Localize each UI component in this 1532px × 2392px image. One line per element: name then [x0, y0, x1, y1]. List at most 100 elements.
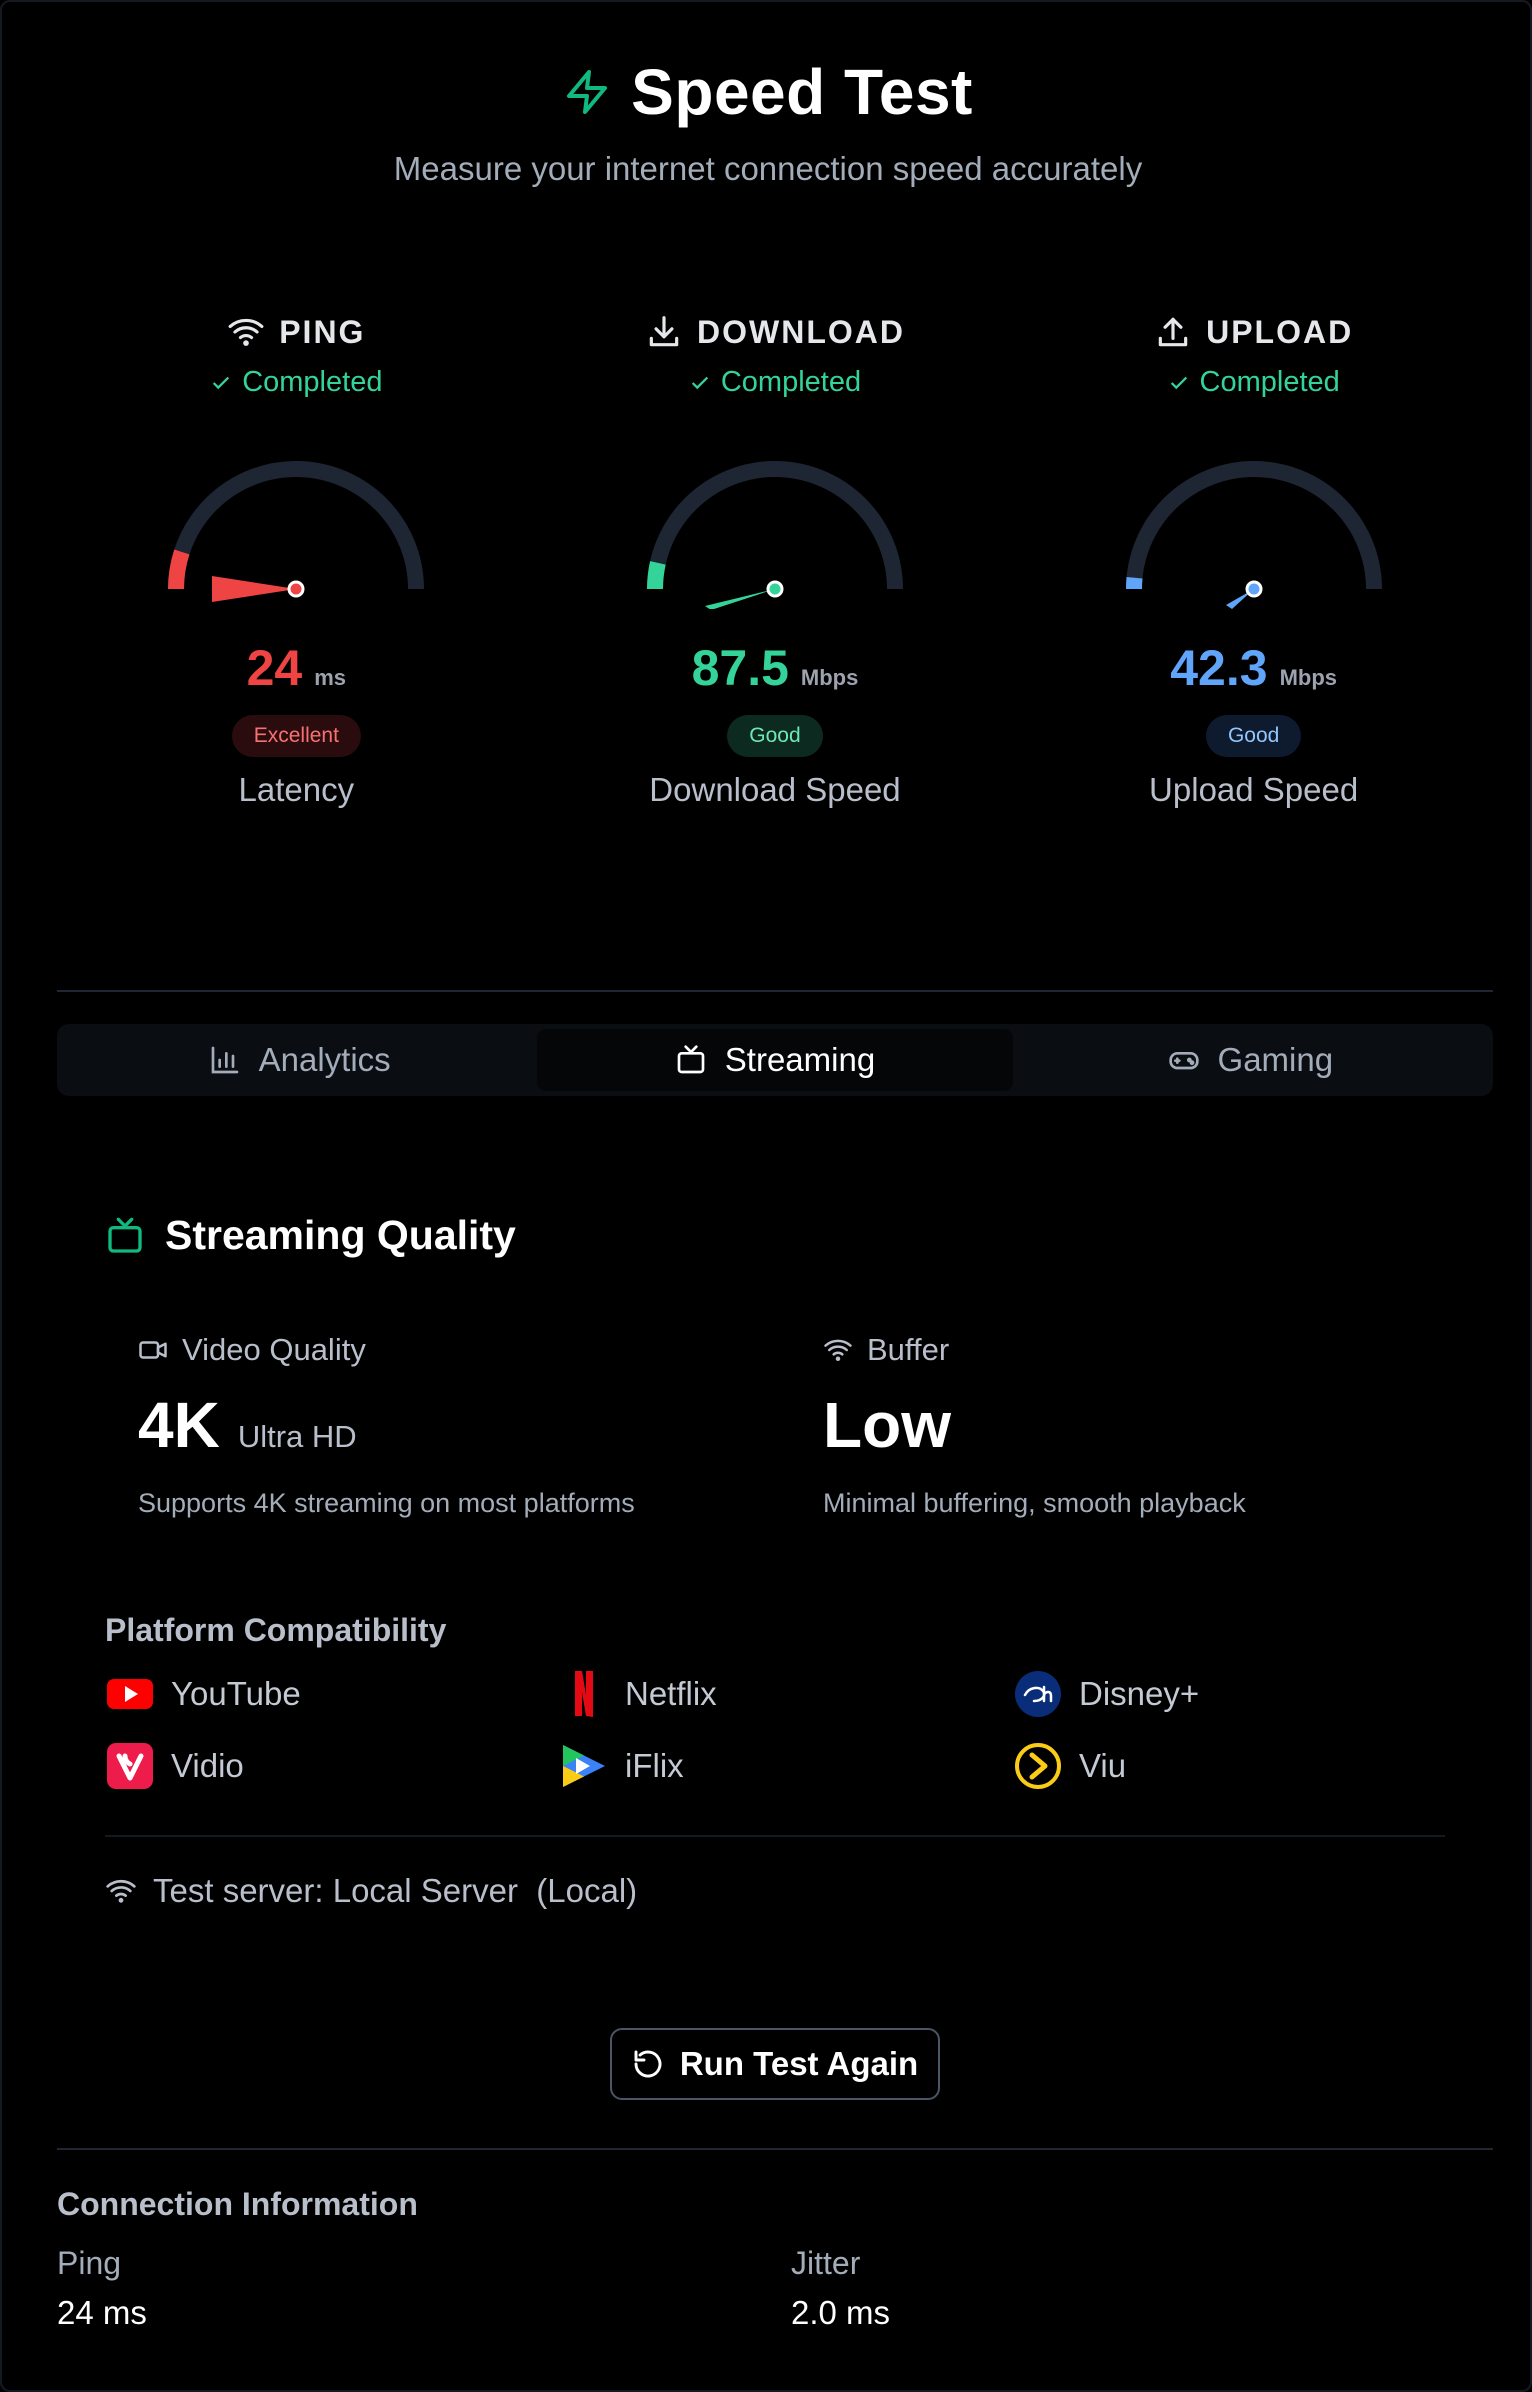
download-icon — [649, 316, 679, 347]
buffer-header: Buffer — [823, 1332, 1463, 1368]
video-quality-main: 4K Ultra HD — [138, 1388, 778, 1462]
ping-label: PING — [279, 313, 366, 350]
wifi-icon — [228, 318, 264, 346]
platform-youtube: YouTube — [105, 1670, 559, 1718]
download-gauge-track — [646, 461, 903, 590]
page-subtitle: Measure your internet connection speed a… — [393, 150, 1143, 187]
page-title: Speed Test — [631, 56, 973, 128]
platform-viu-label: Viu — [1079, 1747, 1127, 1784]
speed-meters: PING Completed 24 ms Excellent Latency D… — [57, 302, 1493, 809]
ping-gauge — [168, 461, 425, 602]
wifi-icon — [824, 1339, 852, 1362]
tab-analytics-label: Analytics — [258, 1041, 391, 1078]
video-quality-sub: Ultra HD — [237, 1419, 357, 1454]
test-server-text: Test server: Local Server (Local) — [153, 1872, 638, 1909]
tab-gaming[interactable]: Gaming — [1013, 1029, 1488, 1091]
viu-icon — [1015, 1743, 1061, 1789]
video-quality-desc: Supports 4K streaming on most platforms — [138, 1488, 635, 1518]
buffer-label: Buffer — [867, 1332, 950, 1367]
ping-value-row: 24 ms — [247, 639, 346, 697]
platform-list: YouTube Netflix Disney+ Vidio iFlix Viu — [105, 1670, 1455, 1790]
download-unit: Mbps — [800, 665, 859, 690]
run-test-again-button[interactable]: Run Test Again — [610, 2028, 940, 2100]
video-camera-icon — [139, 1341, 167, 1359]
gamepad-icon — [1168, 1052, 1199, 1070]
check-icon — [691, 376, 709, 389]
ping-meter: PING Completed 24 ms Excellent Latency — [57, 302, 536, 809]
check-icon — [1170, 376, 1187, 389]
streaming-title-text: Streaming Quality — [165, 1212, 516, 1258]
ping-status-text: Completed — [242, 366, 383, 398]
platform-vidio-label: Vidio — [171, 1747, 244, 1784]
connection-ping: Ping 24 ms — [57, 2245, 791, 2332]
platform-youtube-label: YouTube — [171, 1675, 301, 1712]
download-status: Completed — [689, 366, 861, 399]
buffer-main: Low — [823, 1388, 1463, 1462]
ping-caption: Latency — [238, 771, 355, 808]
platform-netflix: Netflix — [559, 1670, 1013, 1718]
ping-rating-badge: Excellent — [231, 715, 361, 757]
connection-title: Connection Information — [57, 2186, 418, 2222]
test-server-info: Test server: Local Server (Local) — [105, 1872, 637, 1910]
upload-gauge-track — [1125, 461, 1382, 590]
check-icon — [213, 376, 230, 389]
upload-meter: UPLOAD Completed 42.3 Mbps Good Upload S… — [1014, 302, 1493, 809]
platform-netflix-label: Netflix — [625, 1675, 717, 1712]
buffer-desc: Minimal buffering, smooth playback — [823, 1488, 1246, 1518]
app-frame: Speed Test Measure your internet connect… — [0, 0, 1532, 2392]
video-quality-header: Video Quality — [138, 1332, 778, 1368]
platform-disney: Disney+ — [1013, 1670, 1455, 1718]
platform-iflix-label: iFlix — [625, 1747, 684, 1784]
connection-information: Connection Information Ping 24 ms Jitter… — [57, 2186, 1493, 2332]
download-status-text: Completed — [720, 366, 862, 398]
iflix-icon — [563, 1745, 605, 1787]
connection-ping-label: Ping — [57, 2245, 122, 2281]
download-gauge-fill — [646, 561, 666, 590]
connection-grid: Ping 24 ms Jitter 2.0 ms — [57, 2245, 1493, 2332]
platform-disney-label: Disney+ — [1079, 1675, 1200, 1712]
connection-ping-value: 24 ms — [57, 2294, 147, 2331]
download-value-row: 87.5 Mbps — [692, 639, 859, 697]
tab-streaming[interactable]: Streaming — [537, 1029, 1013, 1091]
upload-status-text: Completed — [1199, 366, 1340, 398]
video-quality-card: Video Quality 4K Ultra HD Supports 4K st… — [138, 1332, 778, 1519]
ping-gauge-fill — [168, 549, 190, 590]
connection-jitter: Jitter 2.0 ms — [791, 2245, 1493, 2332]
buffer-value: Low — [823, 1389, 951, 1461]
wifi-icon — [106, 1879, 136, 1903]
tv-icon — [677, 1045, 705, 1074]
run-test-again-label: Run Test Again — [679, 2045, 919, 2082]
tab-analytics[interactable]: Analytics — [62, 1029, 537, 1091]
upload-value-row: 42.3 Mbps — [1170, 639, 1337, 697]
download-meter: DOWNLOAD Completed 87.5 Mbps Good Downlo… — [536, 302, 1015, 809]
streaming-title: Streaming Quality — [105, 1212, 516, 1259]
buffer-card: Buffer Low Minimal buffering, smooth pla… — [823, 1332, 1463, 1519]
section-divider — [57, 990, 1493, 992]
platform-viu: Viu — [1013, 1742, 1455, 1790]
download-caption: Download Speed — [649, 771, 901, 808]
youtube-icon — [107, 1679, 153, 1709]
ping-value: 24 — [246, 640, 303, 696]
header: Speed Test Measure your internet connect… — [2, 52, 1532, 188]
download-rating-badge: Good — [727, 715, 823, 757]
platform-iflix: iFlix — [559, 1742, 1013, 1790]
vidio-icon — [107, 1743, 153, 1789]
ping-needle — [212, 576, 297, 602]
tv-icon — [108, 1217, 142, 1253]
upload-value: 42.3 — [1170, 640, 1268, 696]
download-value: 87.5 — [691, 640, 789, 696]
upload-caption: Upload Speed — [1149, 771, 1359, 808]
ping-status: Completed — [210, 366, 382, 399]
download-needle — [704, 589, 775, 609]
netflix-icon — [575, 1671, 593, 1717]
connection-jitter-label: Jitter — [791, 2245, 861, 2281]
download-gauge — [646, 461, 903, 609]
title-row: Speed Test — [2, 52, 1532, 132]
lightning-icon — [567, 70, 608, 114]
ping-header: PING — [227, 302, 365, 362]
upload-header: UPLOAD — [1154, 302, 1353, 362]
ping-unit: ms — [314, 665, 347, 690]
platform-vidio: Vidio — [105, 1742, 559, 1790]
upload-gauge-fill — [1125, 576, 1143, 590]
upload-label: UPLOAD — [1206, 313, 1354, 350]
